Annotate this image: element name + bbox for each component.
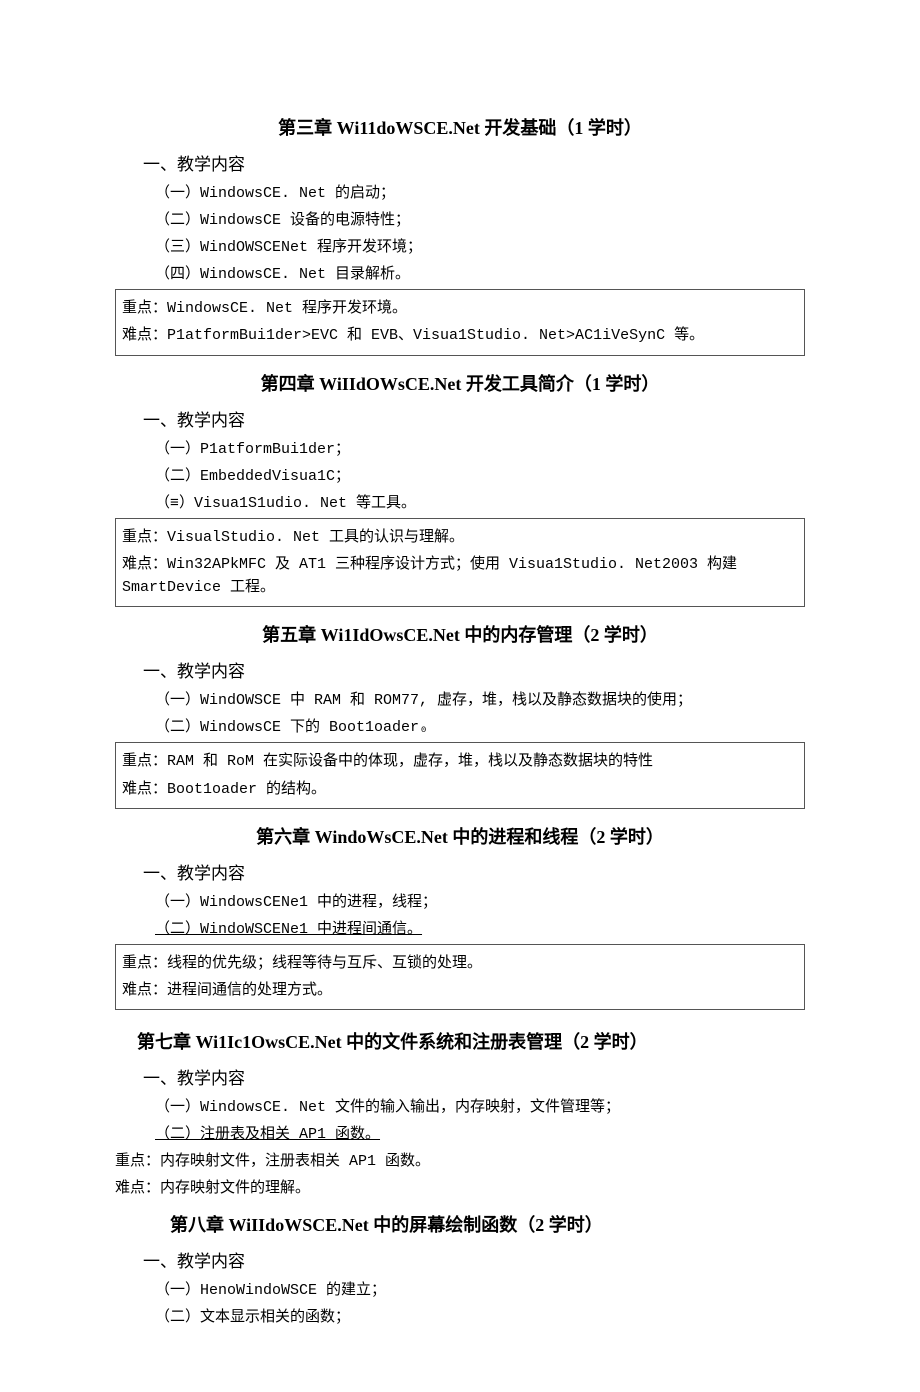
chapter-7-item: （二）注册表及相关 AP1 函数。 <box>155 1122 805 1143</box>
chapter-8-item: （一）HenoWindoWSCE 的建立； <box>155 1278 805 1299</box>
chapter-6-box: 重点：线程的优先级；线程等待与互斥、互锁的处理。 难点：进程间通信的处理方式。 <box>115 944 805 1011</box>
chapter-3-difficulty: 难点：P1atformBui1der>EVC 和 EVB、Visua1Studi… <box>122 324 798 347</box>
chapter-3-item: （二）WindowsCE 设备的电源特性； <box>155 208 805 229</box>
chapter-4-title: 第四章 WiIIdOWsCE.Net 开发工具简介（1 学时） <box>115 370 805 396</box>
chapter-3-item: （一）WindowsCE. Net 的启动； <box>155 181 805 202</box>
chapter-3-title: 第三章 Wi11doWSCE.Net 开发基础（1 学时） <box>115 114 805 140</box>
chapter-7-item: （一）WindowsCE. Net 文件的输入输出，内存映射，文件管理等； <box>155 1095 805 1116</box>
chapter-5-item: （二）WindowsCE 下的 Boot1oader₀ <box>155 715 805 736</box>
chapter-3-heading: 一、教学内容 <box>143 150 805 175</box>
page: 第三章 Wi11doWSCE.Net 开发基础（1 学时） 一、教学内容 （一）… <box>0 0 920 1392</box>
chapter-6-title: 第六章 WindoWsCE.Net 中的进程和线程（2 学时） <box>115 823 805 849</box>
chapter-6-difficulty: 难点：进程间通信的处理方式。 <box>122 979 798 1002</box>
chapter-6-keypoint: 重点：线程的优先级；线程等待与互斥、互锁的处理。 <box>122 952 798 975</box>
chapter-7-heading: 一、教学内容 <box>143 1064 805 1089</box>
chapter-7-keypoint: 重点：内存映射文件，注册表相关 AP1 函数。 <box>115 1149 805 1170</box>
chapter-4-heading: 一、教学内容 <box>143 406 805 431</box>
chapter-5-heading: 一、教学内容 <box>143 657 805 682</box>
chapter-6-item: （一）WindowsCENe1 中的进程，线程； <box>155 890 805 911</box>
chapter-4-box: 重点：VisualStudio. Net 工具的认识与理解。 难点：Win32A… <box>115 518 805 608</box>
chapter-5-item: （一）WindOWSCE 中 RAM 和 ROM77, 虚存，堆，栈以及静态数据… <box>155 688 805 709</box>
chapter-4-item: （一）P1atformBui1der； <box>155 437 805 458</box>
chapter-6-heading: 一、教学内容 <box>143 859 805 884</box>
chapter-7-difficulty: 难点：内存映射文件的理解。 <box>115 1176 805 1197</box>
chapter-7-title: 第七章 Wi1Ic1OwsCE.Net 中的文件系统和注册表管理（2 学时） <box>115 1028 805 1054</box>
chapter-3-box: 重点：WindowsCE. Net 程序开发环境。 难点：P1atformBui… <box>115 289 805 356</box>
chapter-5-title: 第五章 Wi1IdOwsCE.Net 中的内存管理（2 学时） <box>115 621 805 647</box>
chapter-8-heading: 一、教学内容 <box>143 1247 805 1272</box>
chapter-5-box: 重点：RAM 和 RoM 在实际设备中的体现，虚存，堆，栈以及静态数据块的特性 … <box>115 742 805 809</box>
chapter-4-item: （≡）Visua1S1udio. Net 等工具。 <box>155 491 805 512</box>
chapter-8-title: 第八章 WiIIdoWSCE.Net 中的屏幕绘制函数（2 学时） <box>115 1211 805 1237</box>
chapter-6-item: （二）WindoWSCENe1 中进程间通信。 <box>155 917 805 938</box>
chapter-5-keypoint: 重点：RAM 和 RoM 在实际设备中的体现，虚存，堆，栈以及静态数据块的特性 <box>122 750 798 773</box>
chapter-4-keypoint: 重点：VisualStudio. Net 工具的认识与理解。 <box>122 526 798 549</box>
chapter-3-item: （四）WindowsCE. Net 目录解析。 <box>155 262 805 283</box>
chapter-8-item: （二）文本显示相关的函数； <box>155 1305 805 1326</box>
chapter-3-item: （三）WindOWSCENet 程序开发环境； <box>155 235 805 256</box>
chapter-3-keypoint: 重点：WindowsCE. Net 程序开发环境。 <box>122 297 798 320</box>
chapter-5-difficulty: 难点：Boot1oader 的结构。 <box>122 778 798 801</box>
chapter-4-difficulty: 难点：Win32APkMFC 及 AT1 三种程序设计方式；使用 Visua1S… <box>122 553 798 600</box>
chapter-4-item: （二）EmbeddedVisua1C； <box>155 464 805 485</box>
